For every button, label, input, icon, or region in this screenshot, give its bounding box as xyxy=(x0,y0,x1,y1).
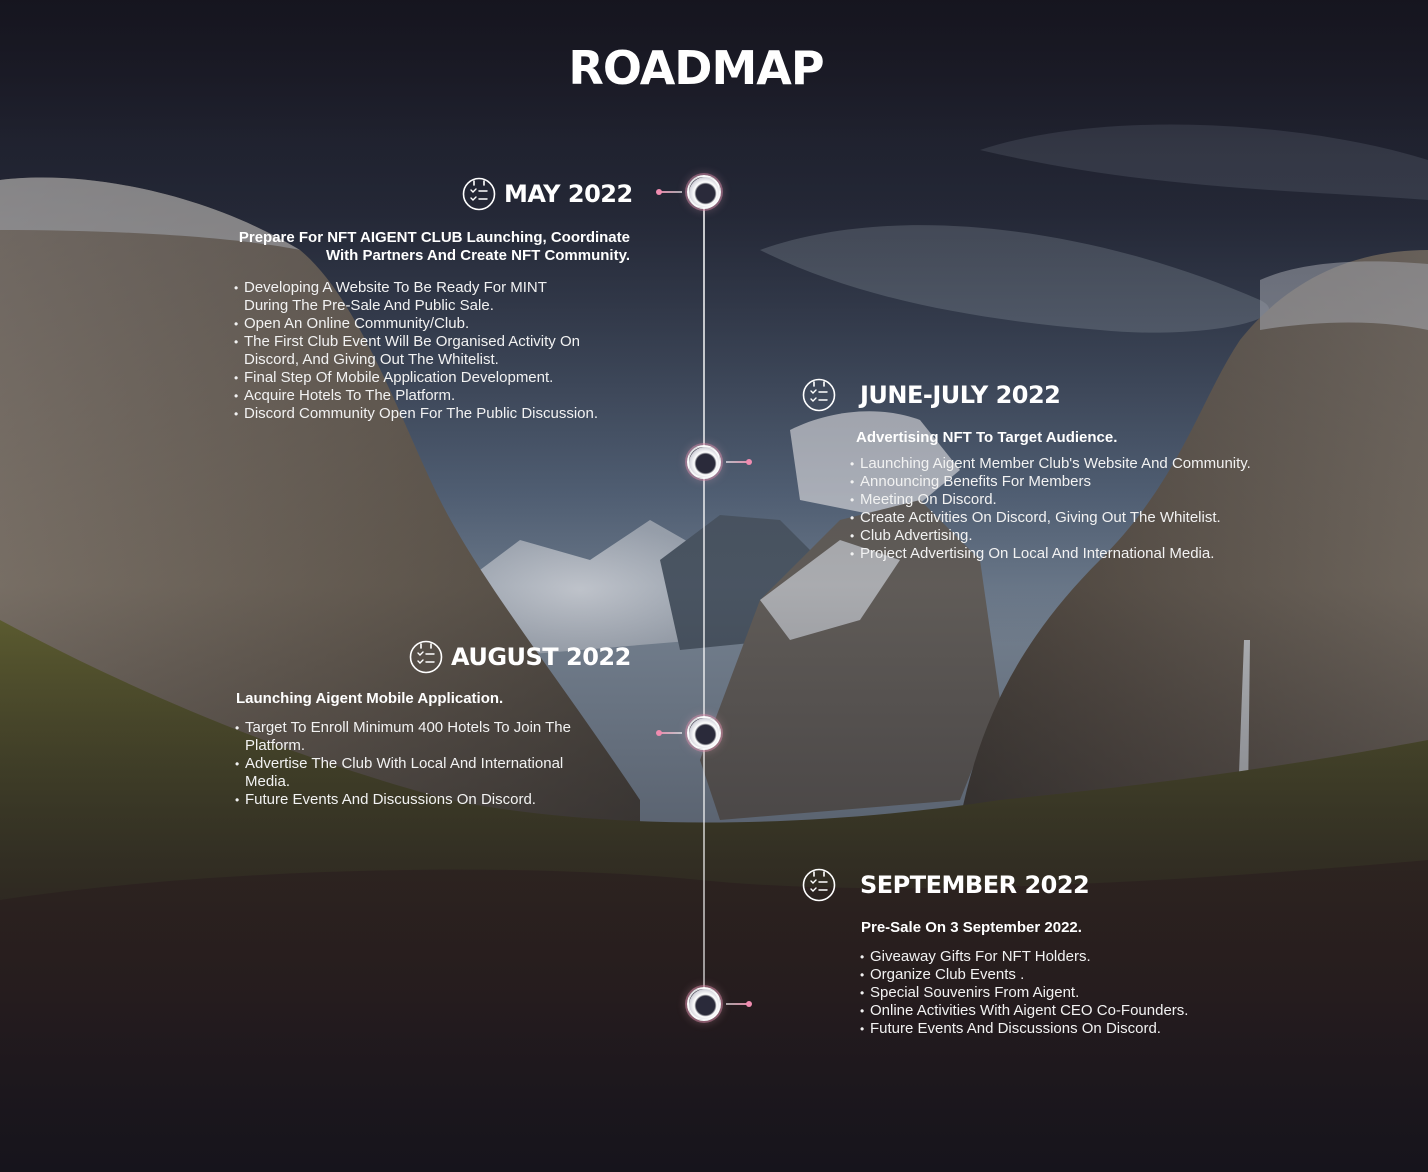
phase-title: AUGUST 2022 xyxy=(451,643,631,671)
list-item: Project Advertising On Local And Interna… xyxy=(850,545,1320,563)
phase-heading-august: AUGUST 2022 xyxy=(409,640,631,674)
list-item: Advertise The Club With Local And Intern… xyxy=(235,755,607,791)
checklist-icon xyxy=(802,378,836,412)
list-item: Future Events And Discussions On Discord… xyxy=(860,1020,1280,1038)
timeline-node-august xyxy=(687,716,721,750)
list-item: Discord Community Open For The Public Di… xyxy=(234,405,644,423)
phase-title: JUNE-JULY 2022 xyxy=(860,381,1061,409)
list-item: Online Activities With Aigent CEO Co-Fou… xyxy=(860,1002,1280,1020)
list-item: Special Souvenirs From Aigent. xyxy=(860,984,1280,1002)
phase-items-june-july: Launching Aigent Member Club's Website A… xyxy=(850,455,1320,563)
list-item: Acquire Hotels To The Platform. xyxy=(234,387,586,405)
phase-heading-may: MAY 2022 xyxy=(462,177,633,211)
list-item: Giveaway Gifts For NFT Holders. xyxy=(860,948,1280,966)
list-item: Launching Aigent Member Club's Website A… xyxy=(850,455,1320,473)
list-item: Organize Club Events . xyxy=(860,966,1280,984)
list-item: Meeting On Discord. xyxy=(850,491,1320,509)
list-item: Create Activities On Discord, Giving Out… xyxy=(850,509,1320,527)
checklist-icon xyxy=(462,177,496,211)
checklist-icon xyxy=(802,868,836,902)
timeline-node-may xyxy=(687,175,721,209)
list-item: Developing A Website To Be Ready For MIN… xyxy=(234,279,586,315)
list-item: Target To Enroll Minimum 400 Hotels To J… xyxy=(235,719,607,755)
list-item: Open An Online Community/Club. xyxy=(234,315,586,333)
list-item: Future Events And Discussions On Discord… xyxy=(235,791,607,809)
timeline-line xyxy=(703,192,705,1004)
phase-items-september: Giveaway Gifts For NFT Holders. Organize… xyxy=(860,948,1280,1038)
timeline-connector-june-july xyxy=(726,459,752,465)
timeline-connector-may xyxy=(656,189,682,195)
timeline-node-september xyxy=(687,987,721,1021)
timeline-connector-september xyxy=(726,1001,752,1007)
list-item: The First Club Event Will Be Organised A… xyxy=(234,333,586,369)
list-item: Final Step Of Mobile Application Develop… xyxy=(234,369,586,387)
phase-heading-september: SEPTEMBER 2022 xyxy=(802,868,1090,902)
phase-items-may: Developing A Website To Be Ready For MIN… xyxy=(234,279,598,423)
phase-subtitle: Advertising NFT To Target Audience. xyxy=(856,429,1118,446)
list-item: Club Advertising. xyxy=(850,527,1320,545)
subtitle-line: With Partners And Create NFT Community. xyxy=(325,247,630,264)
phase-title: MAY 2022 xyxy=(504,180,633,208)
timeline-node-june-july xyxy=(687,445,721,479)
checklist-icon xyxy=(409,640,443,674)
phase-items-august: Target To Enroll Minimum 400 Hotels To J… xyxy=(235,719,607,809)
phase-subtitle: Prepare For NFT AIGENT CLUB Launching, C… xyxy=(232,229,630,265)
phase-subtitle: Pre-Sale On 3 September 2022. xyxy=(861,919,1082,936)
list-item: Announcing Benefits For Members xyxy=(850,473,1320,491)
phase-subtitle: Launching Aigent Mobile Application. xyxy=(236,690,504,707)
phase-heading-june-july: JUNE-JULY 2022 xyxy=(802,378,1061,412)
timeline-connector-august xyxy=(656,730,682,736)
subtitle-line: Prepare For NFT AIGENT CLUB Launching, C… xyxy=(238,229,630,246)
phase-title: SEPTEMBER 2022 xyxy=(860,871,1090,899)
page-title: ROADMAP xyxy=(568,40,824,95)
